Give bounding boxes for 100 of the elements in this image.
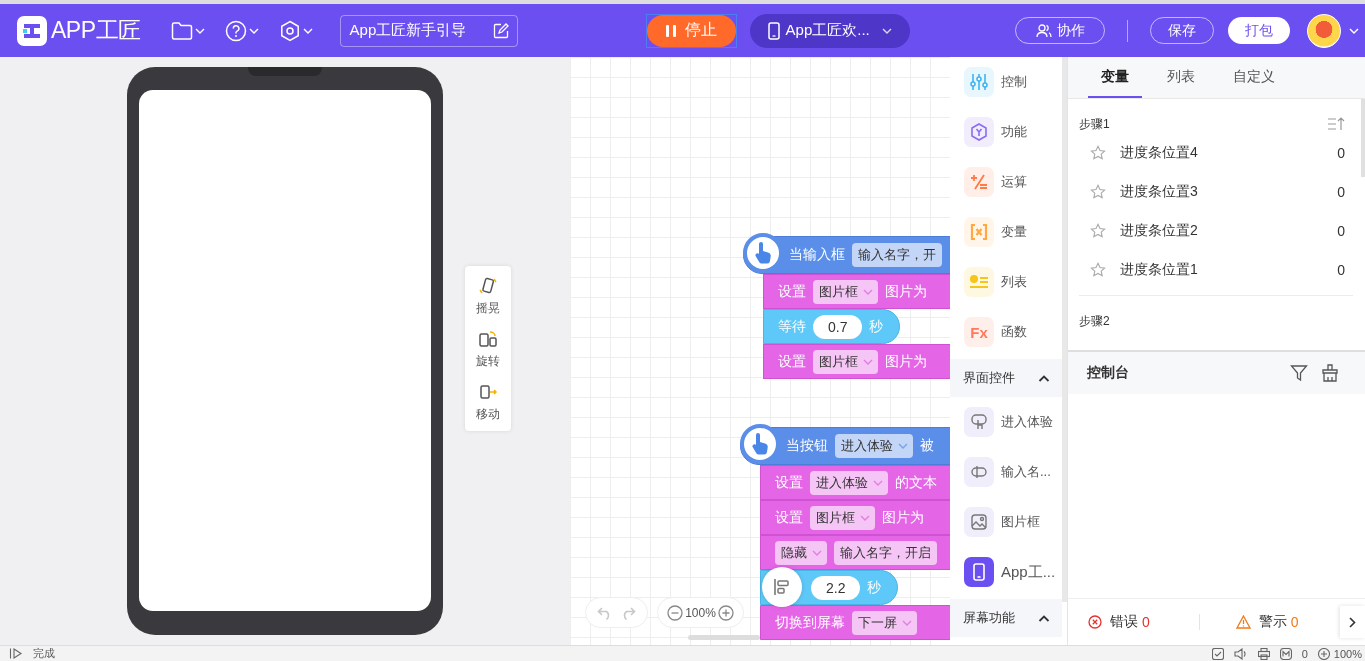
palette-component[interactable]: 输入名... (950, 447, 1062, 497)
block-dropdown[interactable]: 进入体验 (810, 470, 888, 495)
block-label: 等待 (778, 317, 806, 336)
palette-category[interactable]: 控制 (950, 57, 1062, 107)
event-block[interactable]: 当输入框 输入名字，开 (743, 236, 950, 274)
variable-value: 0 (1337, 183, 1345, 200)
function-icon: Fx (970, 323, 988, 341)
text-field[interactable]: 输入名字，开 (852, 243, 942, 267)
phone-icon (972, 563, 986, 581)
action-block[interactable]: 设置 图片框 图片为 (763, 274, 950, 309)
group-title: 步骤2 (1079, 312, 1110, 330)
clear-icon[interactable] (1321, 364, 1339, 382)
zoom-out-icon[interactable] (667, 604, 684, 621)
star-icon[interactable] (1090, 144, 1106, 161)
status-text: 完成 (33, 646, 55, 661)
action-block[interactable]: 设置 进入体验 的文本 (760, 465, 950, 500)
block-dropdown[interactable]: 下一屏 (852, 610, 917, 635)
speaker-icon[interactable] (1233, 647, 1248, 660)
variable-name: 进度条位置4 (1120, 143, 1199, 162)
block-dropdown[interactable]: 图片框 (810, 505, 875, 530)
zoom-level: 100% (685, 605, 716, 620)
palette-section-header[interactable]: 屏幕功能 (950, 599, 1062, 637)
block-label: 切换到屏幕 (775, 613, 845, 632)
action-block[interactable]: 设置 图片框 图片为 (763, 344, 950, 379)
star-icon[interactable] (1090, 183, 1106, 200)
settings-icon (278, 19, 301, 42)
block-dropdown[interactable]: 图片框 (813, 279, 878, 304)
chevron-icon (1349, 27, 1359, 34)
play-step-icon[interactable] (9, 648, 23, 659)
block-dropdown[interactable]: 隐藏 (775, 540, 827, 565)
chevron-right-icon (1349, 616, 1356, 628)
block-label: 设置 (778, 282, 806, 301)
horizontal-scrollbar[interactable] (688, 635, 760, 640)
sort-icon[interactable] (1327, 117, 1345, 131)
zoom-in-icon[interactable] (1317, 647, 1330, 660)
palette-category[interactable]: 功能 (950, 107, 1062, 157)
palette-section-header[interactable]: 界面控件 (950, 359, 1062, 397)
device-tool-button[interactable]: 旋转 (465, 328, 511, 370)
error-label: 错误 (1110, 613, 1138, 631)
zoom-in-icon[interactable] (717, 604, 734, 621)
palette-component[interactable]: App工... (950, 547, 1062, 597)
number-field[interactable]: 2.2 (811, 575, 861, 600)
help-menu-button[interactable] (224, 19, 259, 42)
variable-value: 0 (1337, 222, 1345, 239)
rotate-icon (478, 328, 498, 349)
text-field[interactable]: 输入名字，开启 (834, 540, 937, 565)
hand-icon (752, 241, 774, 265)
palette-category[interactable]: Fx 函数 (950, 307, 1062, 357)
palette-category[interactable]: 变量 (950, 207, 1062, 257)
project-title-field[interactable]: App工匠新手引导 (339, 14, 518, 47)
star-icon[interactable] (1090, 222, 1106, 239)
device-tool-button[interactable]: 移动 (465, 381, 511, 423)
file-menu-button[interactable] (170, 20, 205, 41)
screen-select[interactable]: App工匠欢... (749, 13, 910, 48)
device-tool-button[interactable]: 摇晃 (465, 275, 511, 317)
block-label: 设置 (775, 508, 803, 527)
action-block[interactable]: 设置 图片框 图片为 (760, 500, 950, 535)
event-block[interactable]: 当按钮 进入体验 被 (740, 427, 950, 465)
action-block[interactable]: 切换到屏幕 下一屏 (760, 605, 950, 640)
warning-count: 0 (1290, 614, 1299, 630)
people-icon (1035, 23, 1052, 38)
tap-icon (970, 413, 988, 431)
settings-menu-button[interactable] (278, 19, 313, 42)
chevron-icon (902, 619, 912, 626)
palette-category[interactable]: 列表 (950, 257, 1062, 307)
panel-tab[interactable]: 列表 (1154, 57, 1208, 98)
logo-icon (17, 15, 47, 46)
status-zoom: 100% (1333, 647, 1362, 660)
filter-icon[interactable] (1290, 364, 1308, 382)
phone-icon (767, 21, 780, 40)
block-dropdown[interactable]: 图片框 (813, 349, 878, 374)
badge-icon[interactable] (1279, 647, 1292, 660)
pause-icon (665, 24, 676, 37)
help-icon (224, 19, 247, 42)
palette-category[interactable]: 运算 (950, 157, 1062, 207)
block-dropdown[interactable]: 进入体验 (835, 434, 913, 458)
palette-component[interactable]: 图片框 (950, 497, 1062, 547)
block-label: 图片为 (885, 352, 927, 371)
status-count: 0 (1301, 647, 1308, 660)
error-icon (1088, 615, 1102, 629)
panel-tab[interactable]: 自定义 (1220, 57, 1288, 98)
block-label: 图片为 (882, 508, 924, 527)
wait-block[interactable]: 等待 0.7 秒 (763, 309, 901, 344)
chevron-icon (898, 443, 908, 449)
caret-icon (1038, 374, 1050, 382)
avatar[interactable] (1307, 13, 1341, 48)
chevron-icon (863, 358, 873, 365)
number-field[interactable]: 0.7 (813, 314, 863, 339)
action-block[interactable]: 隐藏 输入名字，开启 (760, 535, 950, 570)
block-label: 当按钮 (786, 437, 828, 455)
star-icon[interactable] (1090, 261, 1106, 278)
block-label: 被 (920, 437, 934, 455)
palette-component[interactable]: 进入体验 (950, 397, 1062, 447)
console-title: 控制台 (1087, 364, 1130, 382)
chevron-icon (812, 549, 822, 556)
checkbox-icon[interactable] (1211, 647, 1224, 660)
panel-tab[interactable]: 变量 (1088, 57, 1142, 98)
expand-button[interactable] (1340, 606, 1365, 638)
printer-icon[interactable] (1257, 647, 1270, 660)
package-button[interactable]: 打包 (1228, 17, 1290, 44)
